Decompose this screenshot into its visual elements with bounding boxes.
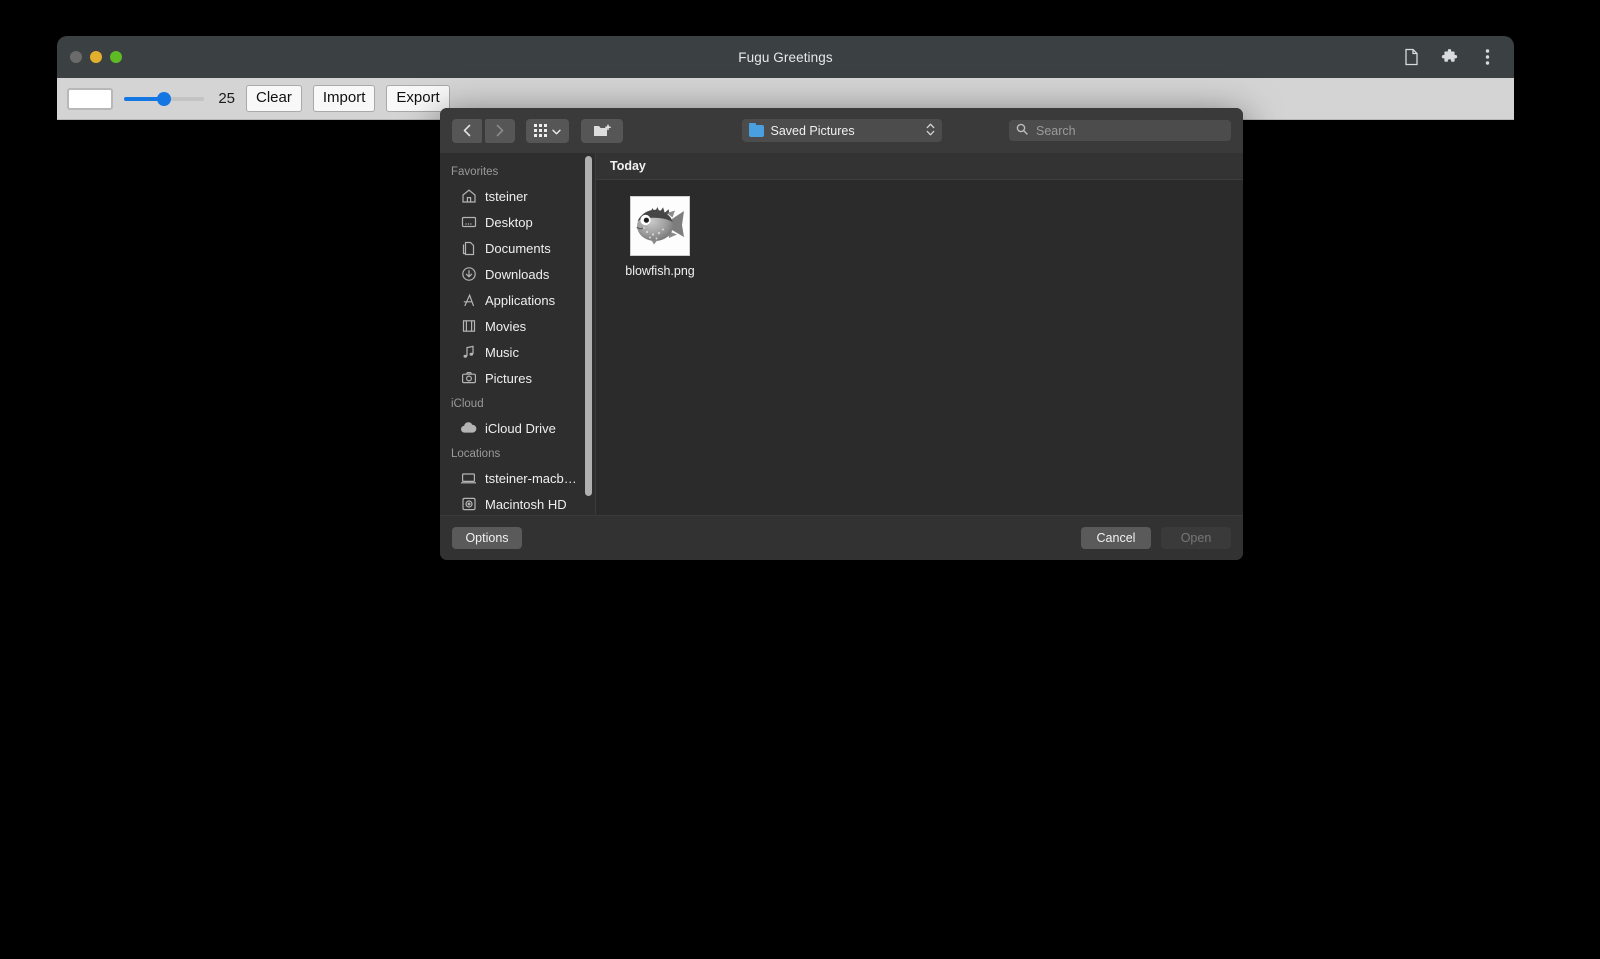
color-picker-input[interactable] — [67, 87, 113, 110]
laptop-icon — [460, 470, 477, 487]
sidebar-item-icloud-drive[interactable]: iCloud Drive — [440, 415, 595, 441]
sidebar-item-tsteiner[interactable]: tsteiner — [440, 183, 595, 209]
window-title: Fugu Greetings — [738, 49, 833, 65]
file-list-area[interactable]: Today blowfish.png — [595, 153, 1243, 515]
sidebar-item-label: iCloud Drive — [485, 420, 556, 436]
home-icon — [460, 188, 477, 205]
dialog-body: Favorites tsteiner Desktop Documents Dow… — [440, 153, 1243, 515]
sidebar-item-movies[interactable]: Movies — [440, 313, 595, 339]
forward-button[interactable] — [485, 118, 515, 143]
sidebar-item-pictures[interactable]: Pictures — [440, 365, 595, 391]
music-icon — [460, 344, 477, 361]
path-popup-button[interactable]: Saved Pictures — [741, 119, 942, 142]
sidebar-item-label: Movies — [485, 318, 527, 334]
browser-window: Fugu Greetings 25 Clear Import Export Sa… — [57, 36, 1514, 864]
file-thumbnail — [630, 196, 690, 256]
search-box[interactable] — [1009, 120, 1231, 141]
sidebar-item-label: tsteiner — [485, 188, 528, 204]
folder-icon — [748, 122, 764, 137]
dialog-footer: Options Cancel Open — [440, 515, 1243, 560]
sidebar-scrollbar[interactable] — [585, 156, 592, 496]
thickness-value: 25 — [218, 90, 235, 107]
harddisk-icon — [460, 496, 477, 513]
sidebar-item-label: Desktop — [485, 214, 533, 230]
open-button[interactable]: Open — [1161, 527, 1231, 549]
downloads-icon — [460, 266, 477, 283]
page-icon[interactable] — [1400, 46, 1422, 68]
sidebar-item-desktop[interactable]: Desktop — [440, 209, 595, 235]
sidebar-item-label: Music — [485, 344, 519, 360]
sidebar-item-macintosh-hd[interactable]: Macintosh HD — [440, 491, 595, 515]
options-button[interactable]: Options — [452, 527, 522, 549]
clear-button[interactable]: Clear — [246, 85, 302, 112]
grid-view-icon — [534, 124, 547, 137]
extensions-puzzle-icon[interactable] — [1438, 46, 1460, 68]
sidebar-item-documents[interactable]: Documents — [440, 235, 595, 261]
sidebar-item-downloads[interactable]: Downloads — [440, 261, 595, 287]
sidebar-item-label: Applications — [485, 292, 556, 308]
search-icon — [1016, 122, 1028, 140]
footer-actions: Cancel Open — [1081, 527, 1231, 549]
file-name-label: blowfish.png — [625, 264, 695, 278]
sidebar-section-locations-title: Locations — [451, 448, 501, 460]
blowfish-image — [636, 207, 684, 245]
file-item-blowfish[interactable]: blowfish.png — [614, 196, 706, 278]
sidebar-item-label: Pictures — [485, 370, 532, 386]
sidebar-item-label: Macintosh HD — [485, 496, 567, 512]
file-grid: blowfish.png — [596, 180, 1243, 278]
sidebar-item-applications[interactable]: Applications — [440, 287, 595, 313]
sidebar-item-label: Downloads — [485, 266, 550, 282]
movies-icon — [460, 318, 477, 335]
sidebar-section-favorites-title: Favorites — [451, 166, 499, 178]
import-button[interactable]: Import — [312, 85, 376, 112]
browser-titlebar: Fugu Greetings — [57, 36, 1514, 78]
sidebar-item-music[interactable]: Music — [440, 339, 595, 365]
chrome-menu-icon[interactable] — [1476, 46, 1498, 68]
current-folder-label: Saved Pictures — [770, 123, 855, 138]
dialog-toolbar: Saved Pictures — [440, 108, 1243, 153]
thickness-slider[interactable] — [124, 89, 204, 109]
applications-icon — [460, 292, 477, 309]
file-open-dialog: Saved Pictures Favorites — [440, 108, 1243, 560]
back-button[interactable] — [452, 118, 482, 143]
desktop-icon — [460, 214, 477, 231]
slider-knob[interactable] — [157, 91, 171, 106]
view-mode-icon-grid-button[interactable] — [526, 118, 569, 143]
sidebar-item-tsteiner-macbook[interactable]: tsteiner-macb… — [440, 465, 595, 491]
sidebar-item-label: Documents — [485, 240, 551, 256]
sidebar-item-label: tsteiner-macb… — [485, 470, 577, 486]
nav-buttons — [452, 118, 515, 143]
dialog-sidebar[interactable]: Favorites tsteiner Desktop Documents Dow… — [440, 153, 595, 515]
file-group-header: Today — [596, 153, 1243, 180]
sidebar-section-icloud-title: iCloud — [451, 398, 484, 410]
pictures-icon — [460, 370, 477, 387]
updown-stepper-icon — [926, 122, 935, 140]
cloud-icon — [460, 420, 477, 437]
documents-icon — [460, 240, 477, 257]
search-input[interactable] — [1034, 122, 1224, 139]
new-folder-button[interactable] — [581, 118, 623, 143]
chevron-down-icon — [552, 122, 561, 140]
titlebar-actions — [1400, 36, 1506, 78]
cancel-button[interactable]: Cancel — [1081, 527, 1151, 549]
